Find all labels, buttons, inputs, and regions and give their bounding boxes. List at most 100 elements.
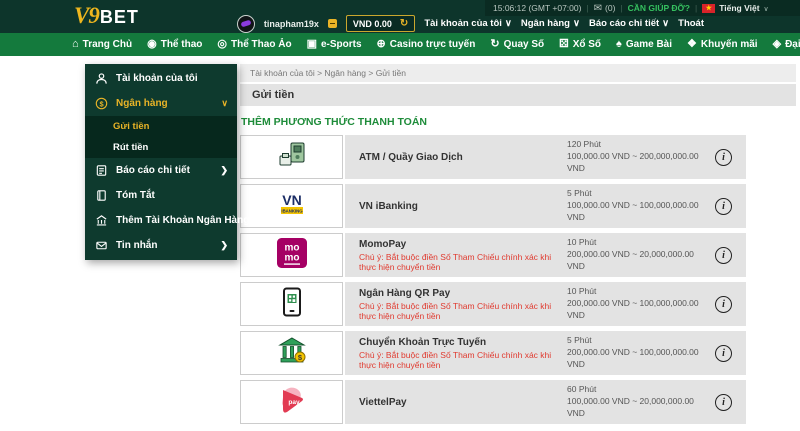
balance-box[interactable]: VND 0.00 ↻ (345, 15, 416, 32)
divider: | (620, 3, 623, 13)
chevron-down-icon: ∨ (504, 18, 512, 29)
sidebar-item-bao-cao-chi-tiet[interactable]: Báo cáo chi tiết ❯ (85, 158, 237, 183)
language-selector[interactable]: ★ Tiếng Việt (702, 3, 768, 13)
sidebar-item-label: Tin nhắn (116, 240, 158, 251)
sidebar-item-tai-khoan-cua-toi[interactable]: Tài khoản của tôi (85, 66, 237, 91)
nav-item-quay-so[interactable]: ↻ Quay Số (490, 38, 545, 51)
payment-method-momopay[interactable]: mo mo MomoPay Chú ý: Bắt buộc điền Số Tha… (240, 233, 746, 277)
nav-item-label: Quay Số (503, 39, 545, 50)
payment-method-range: 100,000.00 VND ~ 200,000,000.00 VND (567, 151, 699, 173)
payment-method-limits: 120 Phút 100,000.00 VND ~ 200,000,000.00… (567, 139, 707, 175)
payment-method-name: VN iBanking (359, 200, 418, 212)
v9bet-logo[interactable]: V9 BET (74, 3, 139, 29)
nav-item-label: Xổ Số (572, 39, 602, 50)
info-icon[interactable] (715, 148, 732, 166)
payment-method-vn-ibanking[interactable]: VN iBANKING VN iBanking 5 Phút 100,000.00… (240, 184, 746, 228)
clock-text: 15:06:12 (GMT +07:00) (493, 3, 582, 13)
sidebar-item-label: Gửi tiền (113, 121, 150, 132)
logo-v9-text: V9 (74, 3, 100, 28)
payment-logo-box[interactable]: VN iBANKING (240, 184, 343, 228)
payment-method-info: ViettelPay (359, 397, 567, 408)
topbar-menu-tai-khoan-cua-toi[interactable]: Tài khoản của tôi ∨ (424, 18, 512, 29)
payment-logo-box[interactable]: $ (240, 331, 343, 375)
sidebar-item-rut-tien[interactable]: Rút tiền (85, 137, 237, 158)
nav-item-khuyen-mai[interactable]: ❖ Khuyến mãi (687, 39, 758, 51)
account-bar: tinapham19x VND 0.00 ↻ Tài khoản của tôi… (236, 14, 800, 33)
gamepad-icon: ▣ (306, 38, 317, 50)
nav-item-xo-so[interactable]: ⚄ Xổ Số (559, 39, 602, 51)
vietnam-flag-icon: ★ (702, 3, 716, 13)
sidebar-item-gui-tien[interactable]: Gửi tiền (85, 116, 237, 137)
nav-item-label: e-Sports (320, 39, 362, 50)
refresh-icon[interactable]: ↻ (400, 18, 408, 29)
payment-row-body: MomoPay Chú ý: Bắt buộc điền Số Tham Chi… (345, 233, 746, 277)
sidebar-item-label: Báo cáo chi tiết (116, 165, 190, 176)
nav-item-the-thao[interactable]: ◉ Thể thao (147, 39, 202, 51)
payment-method-atm-quay-giao-dich[interactable]: ATM / Quầy Giao Dịch 120 Phút 100,000.00… (240, 135, 746, 179)
topbar-menu-ngan-hang[interactable]: Ngân hàng ∨ (521, 18, 580, 29)
svg-text:mo: mo (284, 252, 299, 263)
payment-method-name: ATM / Quầy Giao Dịch (359, 151, 463, 163)
info-icon[interactable] (715, 344, 732, 362)
sidebar-item-tin-nhan[interactable]: Tin nhắn ❯ (85, 233, 237, 258)
main-nav: ⌂ Trang Chủ ◉ Thể thao ◎ Thể Thao Ảo ▣ e… (0, 33, 800, 56)
home-icon: ⌂ (72, 38, 79, 50)
topbar-menu-bao-cao-chi-tiet[interactable]: Báo cáo chi tiết ∨ (589, 18, 669, 29)
sidebar-item-them-tai-khoan-ngan-hang[interactable]: Thêm Tài Khoản Ngân Hàng (85, 208, 249, 233)
nav-item-the-thao-ao[interactable]: ◎ Thể Thao Ảo (217, 39, 291, 51)
payment-method-time: 10 Phút (567, 286, 597, 297)
nav-item-label: Đại Lý (785, 39, 800, 50)
spin-icon: ↻ (490, 38, 500, 50)
main-content: Tài khoản của tôi > Ngân hàng > Gửi tiền… (240, 64, 796, 429)
nav-item-game-bai[interactable]: ♠ Game Bài (616, 39, 672, 51)
breadcrumb[interactable]: Tài khoản của tôi > Ngân hàng > Gửi tiền (240, 64, 796, 82)
nav-item-casino-truc-tuyen[interactable]: ⊕ Casino trực tuyến (376, 38, 476, 51)
payment-method-chuyen-khoan-truc-tuyen[interactable]: $ Chuyển Khoản Trực Tuyến Chú ý: Bắt buộ… (240, 331, 746, 375)
report-icon (94, 164, 108, 177)
agent-icon: ◈ (772, 38, 782, 50)
casino-chip-icon: ⊕ (376, 38, 386, 50)
divider: | (695, 3, 698, 13)
topbar-menu-thoat[interactable]: Thoát (678, 18, 704, 29)
envelope-icon (594, 3, 602, 14)
sidebar-item-ngan-hang[interactable]: $ Ngân hàng ∨ (85, 91, 237, 116)
messages-link[interactable]: (0) (594, 3, 615, 14)
atm-logo (275, 142, 309, 173)
qr-pay-logo (278, 287, 306, 322)
nav-item-ai-ly[interactable]: ◈ Đại Lý (772, 38, 800, 51)
info-icon[interactable] (715, 197, 732, 215)
sidebar-item-label: Tài khoản của tôi (116, 73, 198, 84)
payment-logo-box[interactable]: mo mo (240, 233, 343, 277)
nav-item-label: Casino trực tuyến (389, 39, 476, 50)
payment-logo-box[interactable] (240, 135, 343, 179)
payment-method-ngan-hang-qr-pay[interactable]: Ngân Hàng QR Pay Chú ý: Bắt buộc điền Số… (240, 282, 746, 326)
chevron-down-icon (764, 3, 769, 13)
payment-logo-box[interactable] (240, 282, 343, 326)
payment-method-range: 200,000.00 VND ~ 100,000,000.00 VND (567, 347, 699, 369)
member-badge-icon[interactable] (327, 19, 337, 28)
help-link[interactable]: CẦN GIÚP ĐỠ? (628, 3, 690, 13)
payment-method-note: Chú ý: Bắt buộc điền Số Tham Chiếu chính… (359, 251, 552, 272)
nav-item-trang-chu[interactable]: ⌂ Trang Chủ (72, 38, 132, 51)
avatar[interactable] (236, 14, 255, 33)
nav-item-e-sports[interactable]: ▣ e-Sports (306, 38, 362, 51)
info-icon[interactable] (715, 295, 732, 313)
svg-text:pay: pay (288, 399, 300, 406)
payment-method-name: Ngân Hàng QR Pay (359, 287, 451, 299)
payment-method-viettelpay[interactable]: pay ViettelPay 60 Phút 100,000.00 VND ~ … (240, 380, 746, 424)
payment-row-body: Ngân Hàng QR Pay Chú ý: Bắt buộc điền Số… (345, 282, 746, 326)
payment-method-time: 5 Phút (567, 335, 592, 346)
vn-ibanking-logo: VN iBANKING (270, 190, 314, 223)
info-icon[interactable] (715, 246, 732, 264)
sidebar-item-tom-tat[interactable]: Tóm Tắt (85, 183, 237, 208)
payment-method-time: 120 Phút (567, 139, 602, 150)
language-label: Tiếng Việt (719, 3, 760, 13)
info-icon[interactable] (715, 393, 732, 411)
payment-method-name: ViettelPay (359, 396, 407, 408)
payment-logo-box[interactable]: pay (240, 380, 343, 424)
payment-row-body: ViettelPay 60 Phút 100,000.00 VND ~ 20,0… (345, 380, 746, 424)
logo-bet-text: BET (99, 7, 139, 27)
payment-method-info: VN iBanking (359, 201, 567, 212)
payment-method-info: Ngân Hàng QR Pay Chú ý: Bắt buộc điền Số… (359, 288, 567, 321)
payment-method-limits: 10 Phút 200,000.00 VND ~ 20,000,000.00 V… (567, 237, 707, 273)
